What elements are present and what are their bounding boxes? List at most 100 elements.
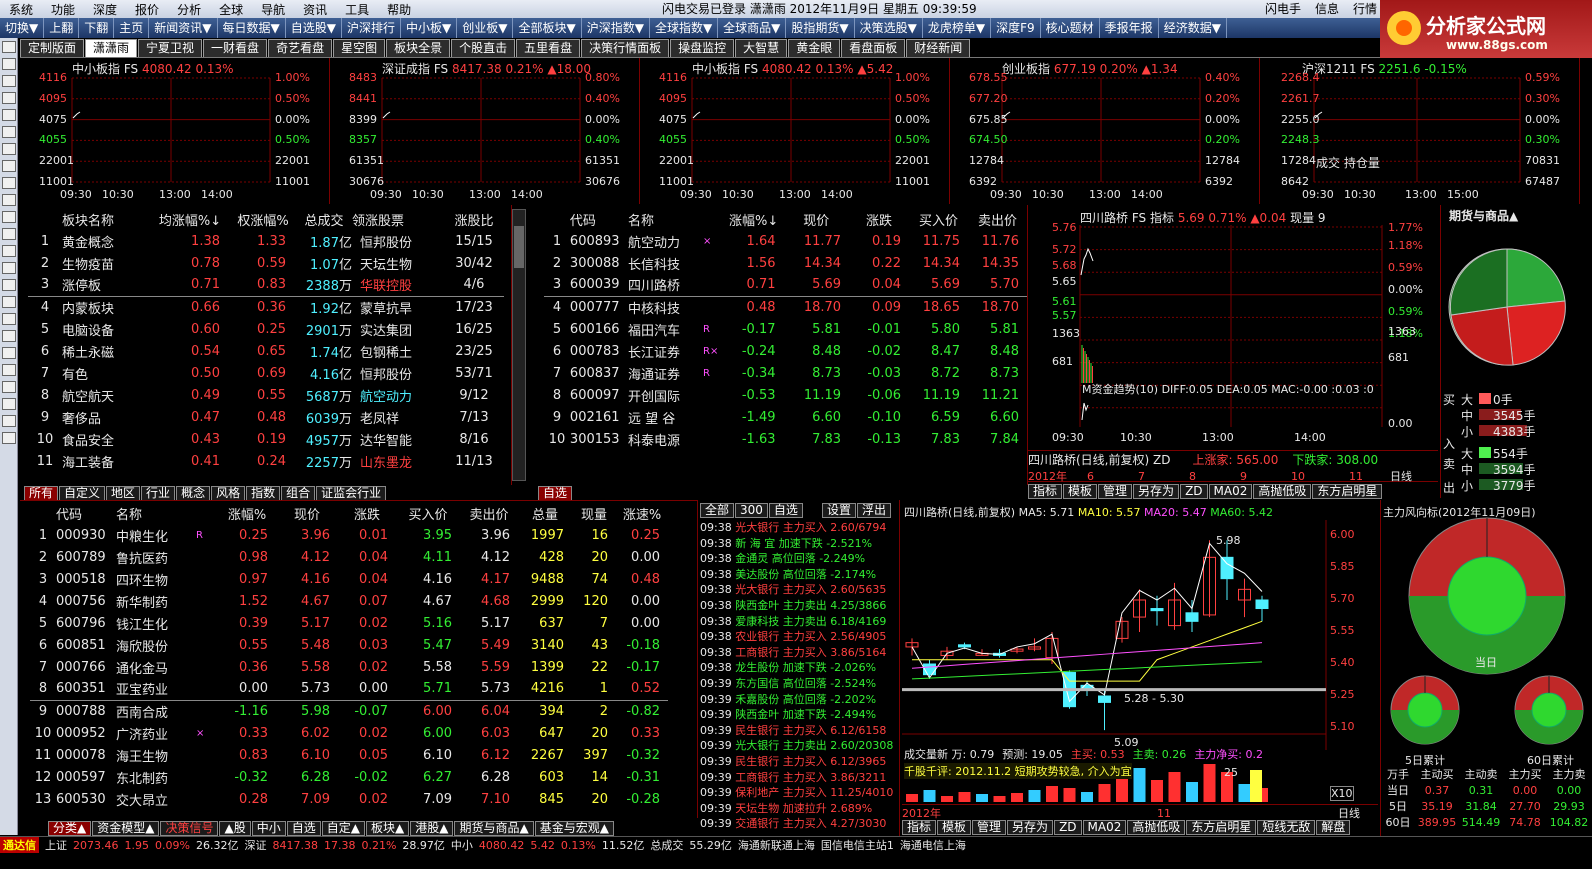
tool-icon[interactable] [2, 245, 16, 257]
ticker-row[interactable]: 09:38 农业银行 主力买入 2.56/4905 [700, 629, 886, 644]
tool-icon[interactable] [2, 432, 16, 444]
tool-icon[interactable] [2, 279, 16, 291]
sector-col-header[interactable]: 板块名称 [62, 208, 150, 230]
sector-tab[interactable]: 指数 [246, 485, 281, 501]
watchlist-row[interactable]: 1 000930 中粮生化 R 0.25 3.96 0.01 3.95 3.96 1997 16 0.… [30, 524, 668, 546]
menu-item[interactable]: 帮助 [378, 1, 420, 18]
sector-row[interactable]: 11 海工装备 0.41 0.24 2257万 山东墨龙 11/13 [28, 450, 504, 472]
ticker-tab[interactable]: 全部 [700, 502, 735, 518]
ticker-row[interactable]: 09:38 陕西金叶 主力卖出 4.25/3866 [700, 598, 886, 613]
tool-icon[interactable] [2, 330, 16, 342]
ticker-tab[interactable]: 设置 [821, 502, 856, 518]
ticker-row[interactable]: 09:38 光大银行 主力买入 2.60/6794 [700, 520, 886, 535]
menu-item[interactable]: 分析 [168, 1, 210, 18]
tool-tab[interactable]: ZD [1180, 483, 1208, 499]
ticker-tab[interactable]: 300 [735, 502, 768, 518]
watchlist-col-header[interactable]: 现价 [784, 208, 850, 230]
tool-tab[interactable]: 东方启明星 [1312, 483, 1383, 499]
toolbar-button[interactable]: 全部板块▼ [513, 18, 582, 38]
sector-scrollbar[interactable] [512, 209, 526, 481]
tool-icon[interactable] [2, 58, 16, 70]
tool-tab[interactable]: 模板 [1063, 483, 1098, 499]
watchlist-row[interactable]: 6 600851 海欣股份 0.55 5.48 0.03 5.47 5.49 3140 43 -0.… [30, 634, 668, 656]
toolbar-button[interactable]: 新闻资讯▼ [149, 18, 218, 38]
layout-tab[interactable]: 决策行情面板 [581, 39, 670, 57]
tool-tab[interactable]: 管理 [1098, 483, 1133, 499]
toolbar-button[interactable]: 上翻 [44, 18, 80, 38]
watchlist-col-header[interactable]: 现量 [572, 502, 616, 524]
watchlist-row[interactable]: 12 000597 东北制药 -0.32 6.28 -0.02 6.27 6.28 603 14 -… [30, 766, 668, 788]
sector-tab[interactable]: 所有 [24, 485, 59, 501]
watchlist-row[interactable]: 3 000518 四环生物 0.97 4.16 0.04 4.16 4.17 9488 74 0.4… [30, 568, 668, 590]
ticker-tab[interactable]: 自选 [768, 502, 803, 518]
watchlist-row[interactable]: 7 600837 海通证券 R -0.34 8.73 -0.03 8.72 8.73 [544, 362, 1027, 384]
category-tab[interactable]: 自定▲ [321, 820, 365, 836]
sector-row[interactable]: 8 航空航天 0.49 0.55 5687万 航空动力 9/12 [28, 384, 504, 406]
toolbar-button[interactable]: 每日数据▼ [218, 18, 286, 38]
watchlist-row[interactable]: 2 600789 鲁抗医药 0.98 4.12 0.04 4.11 4.12 428 20 0.00 [30, 546, 668, 568]
right-menu-item[interactable]: 闪电手 [1258, 0, 1308, 18]
mini-index-chart[interactable]: 中小板指 FS 4080.42 0.13% 4116 4095 4075 4055 22… [20, 58, 330, 204]
watchlist-row[interactable]: 10 300153 科泰电源 -1.63 7.83 -0.13 7.83 7.84 [544, 428, 1027, 450]
layout-tab[interactable]: 定制版面 [20, 39, 85, 57]
tool-tab[interactable]: 另存为 [1133, 483, 1180, 499]
sector-tab[interactable]: 行业 [141, 485, 176, 501]
sector-tab[interactable]: 概念 [176, 485, 211, 501]
toolbar-button[interactable]: 全球商品▼ [718, 18, 787, 38]
sector-col-header[interactable]: 涨股比 [444, 208, 504, 230]
tool-icon[interactable] [2, 194, 16, 206]
watchlist-col-header[interactable]: 涨速% [616, 502, 668, 524]
layout-tab[interactable]: 潇潇雨 [85, 39, 138, 57]
category-tab[interactable]: 中小 [251, 820, 286, 836]
watchlist-row[interactable]: 9 000788 西南合成 -1.16 5.98 -0.07 6.00 6.04 394 2 -0.… [30, 700, 668, 722]
toolbar-button[interactable]: 龙虎榜单▼ [923, 18, 992, 38]
tab-watchlist[interactable]: 自选 [538, 485, 573, 501]
ticker-row[interactable]: 09:39 天坛生物 加速拉升 2.689% [700, 801, 872, 816]
layout-tab[interactable]: 操盘监控 [670, 39, 735, 57]
ticker-row[interactable]: 09:39 民生银行 主力买入 6.12/3965 [700, 754, 886, 769]
watchlist-col-header[interactable]: 名称 [628, 208, 703, 230]
category-tab[interactable]: 基金与宏观▲ [534, 820, 614, 836]
tool-tab[interactable]: 指标 [902, 819, 937, 835]
tool-tab[interactable]: 东方启明星 [1186, 819, 1257, 835]
watchlist-row[interactable]: 13 600530 交大昂立 0.28 7.09 0.02 7.09 7.10 845 20 -0.… [30, 788, 668, 810]
watchlist-row[interactable]: 11 000078 海王生物 0.83 6.10 0.05 6.10 6.12 2267 397 -… [30, 744, 668, 766]
watchlist-col-header[interactable]: 代码 [570, 208, 628, 230]
tool-tab[interactable]: 管理 [972, 819, 1007, 835]
ticker-row[interactable]: 09:38 光大银行 主力买入 2.60/5635 [700, 582, 886, 597]
watchlist-col-header[interactable]: 买入价 [909, 208, 968, 230]
sector-col-header[interactable]: 总成交 [296, 208, 352, 230]
ticker-row[interactable]: 09:38 龙生股份 加速下跌 -2.026% [700, 660, 876, 675]
layout-tab[interactable]: 板块全景 [386, 39, 451, 57]
ticker-row[interactable]: 09:38 金通灵 高位回落 -2.249% [700, 551, 865, 566]
sector-row[interactable]: 3 涨停板 0.71 0.83 2388万 华联控股 4/6 [28, 274, 504, 296]
category-tab[interactable]: 自选 [286, 820, 321, 836]
watchlist-col-header[interactable]: 涨跌 [849, 208, 909, 230]
toolbar-button[interactable]: 主页 [114, 18, 150, 38]
watchlist-col-header[interactable]: 买入价 [396, 502, 460, 524]
ticker-row[interactable]: 09:39 民生银行 主力买入 6.12/6158 [700, 723, 886, 738]
toolbar-button[interactable]: 季报年报 [1100, 18, 1159, 38]
toolbar-button[interactable]: 沪深指数▼ [582, 18, 650, 38]
ticker-row[interactable]: 09:39 交通银行 主力买入 4.27/3030 [700, 816, 886, 831]
watchlist-row[interactable]: 4 000756 新华制药 1.52 4.67 0.07 4.67 4.68 2999 120 0.… [30, 590, 668, 612]
tool-icon[interactable] [2, 92, 16, 104]
sector-row[interactable]: 9 奢侈品 0.47 0.48 6039万 老凤祥 7/13 [28, 406, 504, 428]
menu-item[interactable]: 工具 [336, 1, 378, 18]
category-tab[interactable]: 港股▲ [410, 820, 454, 836]
ticker-row[interactable]: 09:38 工商银行 主力买入 3.86/5164 [700, 645, 886, 660]
toolbar-button[interactable]: 深度F9 [991, 18, 1041, 38]
watchlist-col-header[interactable]: 涨幅% [218, 502, 276, 524]
sector-row[interactable]: 1 黄金概念 1.38 1.33 1.87亿 恒邦股份 15/15 [28, 230, 504, 252]
ticker-row[interactable]: 09:39 东方国信 高位回落 -2.524% [700, 676, 876, 691]
menu-item[interactable]: 报价 [126, 1, 168, 18]
tool-tab[interactable]: ZD [1054, 819, 1082, 835]
tool-icon[interactable] [2, 262, 16, 274]
sector-col-header[interactable]: 领涨股票 [352, 208, 444, 230]
watchlist-row[interactable]: 4 000777 中核科技 0.48 18.70 0.09 18.65 18.70 [544, 296, 1027, 318]
category-tab[interactable]: 期货与商品▲ [454, 820, 534, 836]
toolbar-button[interactable]: 决策选股▼ [855, 18, 923, 38]
tool-icon[interactable] [2, 177, 16, 189]
right-menu-item[interactable]: 行情 [1346, 0, 1384, 18]
ticker-row[interactable]: 09:39 工商银行 主力买入 3.86/3211 [700, 770, 886, 785]
